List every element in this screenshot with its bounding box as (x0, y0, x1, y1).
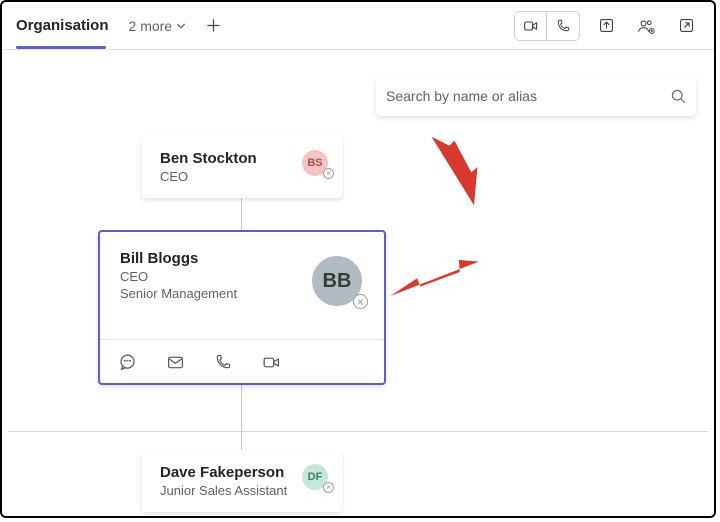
person-name: Dave Fakeperson (160, 464, 324, 481)
person-title: CEO (160, 169, 324, 184)
org-connector-line (241, 385, 242, 431)
annotation-arrow (387, 240, 487, 320)
org-card-selected[interactable]: Bill Bloggs CEO Senior Management BB (98, 230, 386, 385)
org-card-manager[interactable]: Ben Stockton CEO BS (142, 136, 342, 198)
popout-button[interactable] (672, 12, 700, 40)
audio-call-button[interactable] (547, 12, 579, 40)
person-name: Ben Stockton (160, 150, 324, 167)
tabs-more[interactable]: 2 more (129, 18, 187, 34)
presence-indicator (323, 168, 334, 179)
header-bar: Organisation 2 more (2, 2, 714, 50)
tab-organisation[interactable]: Organisation (16, 5, 109, 46)
org-search-box[interactable] (376, 76, 696, 116)
org-search-input[interactable] (386, 88, 670, 104)
call-action-button[interactable] (212, 351, 234, 373)
annotation-arrow (427, 120, 517, 210)
header-actions (514, 11, 700, 41)
email-action-button[interactable] (164, 351, 186, 373)
divider (100, 339, 384, 340)
search-icon (670, 88, 686, 104)
video-action-button[interactable] (260, 351, 282, 373)
org-connector-line (241, 431, 242, 450)
person-title: Junior Sales Assistant (160, 483, 324, 498)
chevron-down-icon (176, 21, 186, 31)
presence-indicator (353, 294, 368, 309)
active-tab-underline (16, 46, 106, 49)
org-card-report[interactable]: Dave Fakeperson Junior Sales Assistant D… (142, 450, 342, 512)
org-connector-line (8, 431, 708, 432)
video-call-button[interactable] (515, 12, 547, 40)
presence-indicator (323, 482, 334, 493)
add-people-button[interactable] (632, 12, 660, 40)
chat-action-button[interactable] (116, 351, 138, 373)
org-connector-line (241, 198, 242, 230)
share-to-teams-button[interactable] (592, 12, 620, 40)
add-tab-button[interactable] (206, 18, 221, 33)
tabs-more-label: 2 more (129, 18, 173, 34)
